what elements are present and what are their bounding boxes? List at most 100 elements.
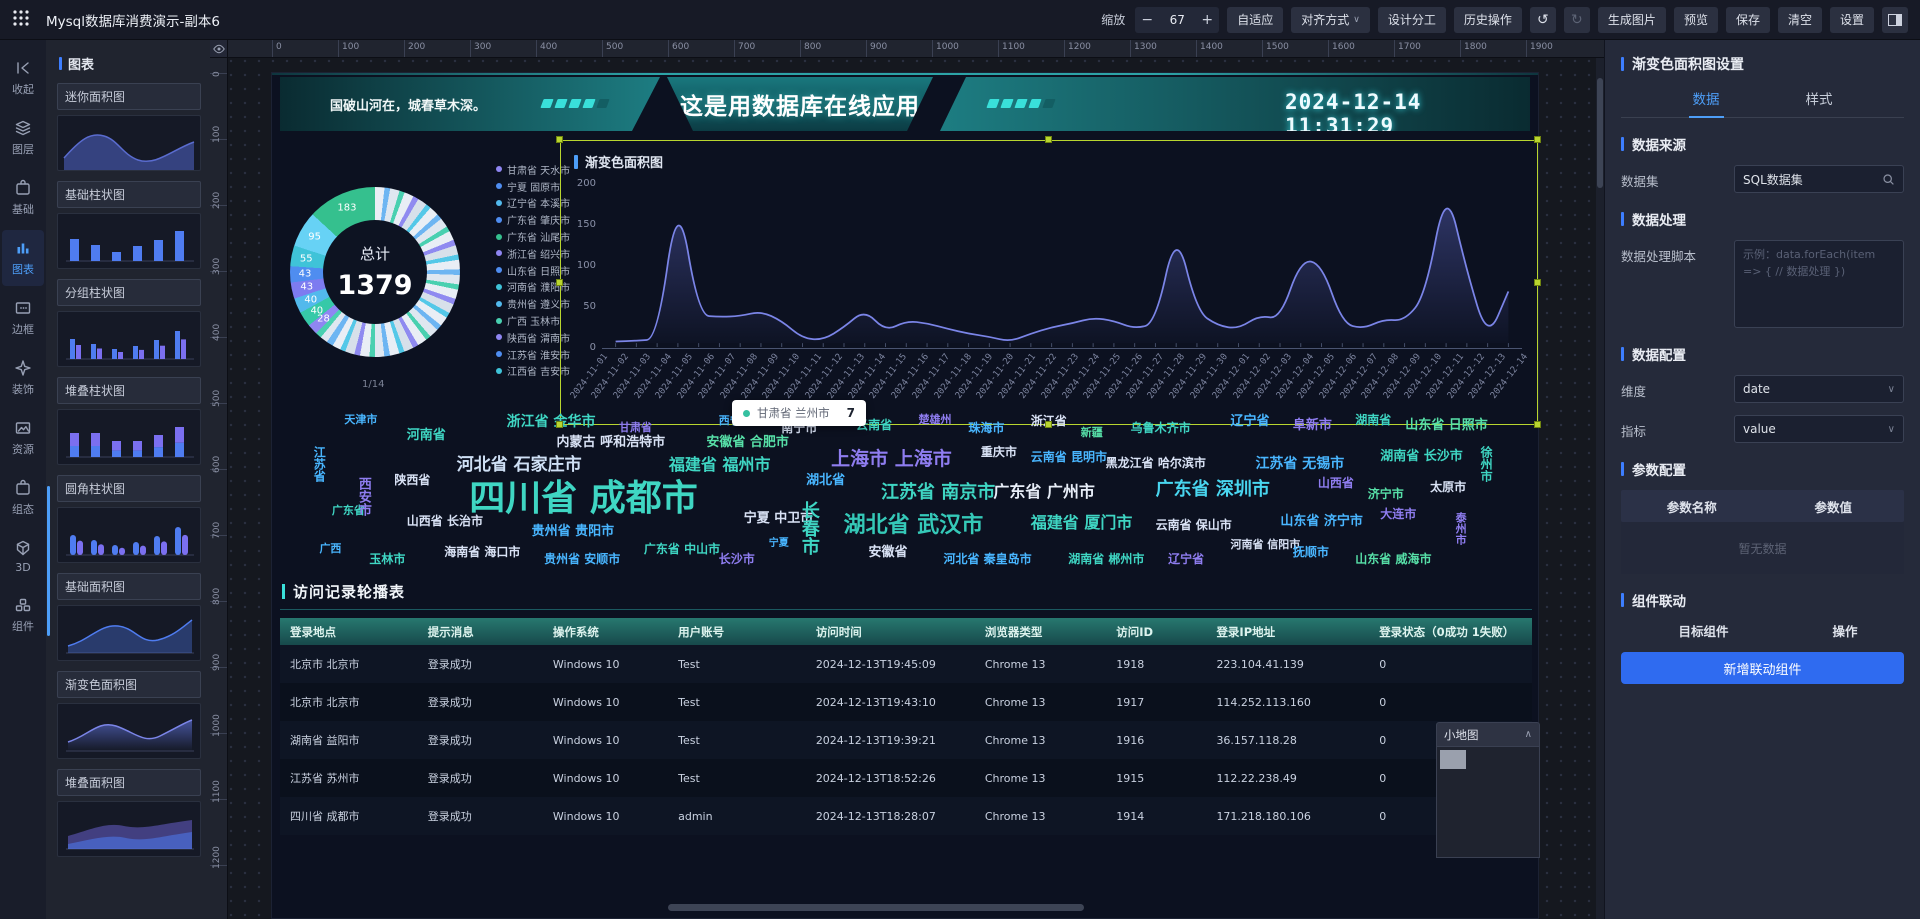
legend-dot bbox=[496, 368, 502, 374]
chart-card-title: 基础柱状图 bbox=[57, 181, 201, 208]
sidebar-item-边框[interactable]: 边框 bbox=[2, 290, 44, 346]
toolbar-button-设置[interactable]: 设置 bbox=[1830, 7, 1874, 33]
collapse-panel-button[interactable] bbox=[1882, 7, 1908, 33]
chart-card-thumbnail bbox=[57, 115, 201, 171]
ruler-tick: 0 bbox=[272, 40, 273, 58]
chart-card-圆角柱状图[interactable]: 圆角柱状图 bbox=[57, 475, 201, 563]
table-body: 北京市 北京市登录成功Windows 10Test2024-12-13T19:4… bbox=[280, 645, 1532, 835]
app-menu-grid-icon[interactable] bbox=[12, 9, 30, 31]
wordcloud-word: 辽宁省 bbox=[1230, 415, 1269, 428]
tab-data[interactable]: 数据 bbox=[1689, 86, 1724, 117]
ruler-tick: 1200 bbox=[1064, 40, 1065, 58]
header-left-segment[interactable]: 国破山河在，城春草木深。 bbox=[280, 77, 660, 131]
wordcloud-word: 山东省 日照市 bbox=[1405, 419, 1488, 432]
sidebar-item-图层[interactable]: 图层 bbox=[2, 110, 44, 166]
metric-select[interactable]: value ∨ bbox=[1734, 415, 1904, 443]
sidebar-item-组件[interactable]: 组件 bbox=[2, 587, 44, 643]
zoom-in-button[interactable]: + bbox=[1195, 12, 1219, 28]
toolbar-button-预览[interactable]: 预览 bbox=[1674, 7, 1718, 33]
script-label: 数据处理脚本 bbox=[1621, 240, 1696, 265]
resize-handle[interactable] bbox=[556, 421, 563, 428]
resize-handle[interactable] bbox=[1045, 136, 1052, 143]
chart-card-渐变色面积图[interactable]: 渐变色面积图 bbox=[57, 671, 201, 759]
resize-handle[interactable] bbox=[1534, 136, 1541, 143]
table-row: 北京市 北京市登录成功Windows 10Test2024-12-13T19:4… bbox=[280, 645, 1532, 683]
chart-card-堆叠柱状图[interactable]: 堆叠柱状图 bbox=[57, 377, 201, 465]
header-right-segment[interactable]: 2024-12-14 11:31:29 bbox=[940, 77, 1530, 131]
undo-button[interactable]: ↺ bbox=[1530, 7, 1556, 33]
ruler-tick: 1000 bbox=[210, 733, 228, 734]
toolbar-button-自适应[interactable]: 自适应 bbox=[1227, 7, 1283, 33]
dashboard-header: 国破山河在，城春草木深。 这是用数据库在线应用 2024-12-14 11:31… bbox=[280, 77, 1530, 131]
table-col-header: 登录IP地址 bbox=[1206, 624, 1369, 640]
table-cell: Windows 10 bbox=[543, 772, 668, 785]
minimap-body[interactable] bbox=[1436, 746, 1540, 858]
tab-style[interactable]: 样式 bbox=[1802, 86, 1837, 117]
toolbar-button-清空[interactable]: 清空 bbox=[1778, 7, 1822, 33]
table-cell: Windows 10 bbox=[543, 734, 668, 747]
sidebar-item-组态[interactable]: 组态 bbox=[2, 470, 44, 526]
search-icon[interactable] bbox=[1882, 173, 1895, 186]
zoom-out-button[interactable]: − bbox=[1135, 12, 1159, 28]
header-title-segment[interactable]: 这是用数据库在线应用 bbox=[667, 77, 933, 131]
minimap-viewport[interactable] bbox=[1440, 750, 1466, 769]
toolbar-button-生成图片[interactable]: 生成图片 bbox=[1598, 7, 1666, 33]
toolbar-button-历史操作[interactable]: 历史操作 bbox=[1454, 7, 1522, 33]
table-cell: 北京市 北京市 bbox=[280, 656, 418, 672]
wordcloud-word: 楚雄州 bbox=[918, 414, 951, 425]
chevron-up-icon[interactable]: ∧ bbox=[1525, 729, 1532, 740]
table-col-header: 浏览器类型 bbox=[975, 624, 1106, 640]
table-cell: 36.157.118.28 bbox=[1206, 734, 1369, 747]
table-cell: 1914 bbox=[1106, 810, 1206, 823]
wordcloud-chart[interactable]: 四川省 成都市湖北省 武汉市上海市 上海市广东省 深圳市江苏省 南京市广东省 广… bbox=[282, 405, 1530, 577]
resize-handle[interactable] bbox=[556, 279, 563, 286]
toolbar-button-保存[interactable]: 保存 bbox=[1726, 7, 1770, 33]
add-linkage-button[interactable]: 新增联动组件 bbox=[1621, 652, 1904, 684]
x-axis-line bbox=[602, 348, 1522, 349]
chart-card-基础面积图[interactable]: 基础面积图 bbox=[57, 573, 201, 661]
horizontal-scrollbar[interactable] bbox=[668, 904, 1084, 911]
sidebar-item-基础[interactable]: 基础 bbox=[2, 170, 44, 226]
vertical-scroll-thumb[interactable] bbox=[1597, 78, 1603, 188]
gradient-area-chart[interactable]: 渐变色面积图 050100150200 2024-11-012024-11-02… bbox=[560, 140, 1538, 425]
script-textarea[interactable]: 示例：data.forEach(item => { // 数据处理 }) bbox=[1734, 240, 1904, 328]
ruler-corner[interactable] bbox=[210, 40, 228, 58]
design-canvas[interactable]: 0100200300400500600700800900100011001200… bbox=[210, 40, 1604, 919]
wordcloud-word: 河南省 信阳市 bbox=[1230, 539, 1300, 550]
sidebar-item-装饰[interactable]: 装饰 bbox=[2, 350, 44, 406]
zoom-stepper: −67+ bbox=[1135, 7, 1219, 33]
scroll-table-component[interactable]: 访问记录轮播表 登录地点提示消息操作系统用户账号访问时间浏览器类型访问ID登录I… bbox=[280, 581, 1532, 835]
minimap-header[interactable]: 小地图 ∧ bbox=[1436, 722, 1540, 746]
table-cell: 登录成功 bbox=[418, 808, 543, 824]
table-cell: 0 bbox=[1369, 658, 1532, 671]
resize-handle[interactable] bbox=[556, 136, 563, 143]
chart-card-堆叠面积图[interactable]: 堆叠面积图 bbox=[57, 769, 201, 857]
panel-scrollbar[interactable] bbox=[47, 486, 50, 636]
wordcloud-word: 天津市 bbox=[344, 414, 377, 425]
table-cell: Windows 10 bbox=[543, 696, 668, 709]
script-row: 数据处理脚本 示例：data.forEach(item => { // 数据处理… bbox=[1621, 240, 1904, 328]
dataset-input[interactable]: SQL数据集 bbox=[1734, 165, 1904, 193]
ruler-tick: 1400 bbox=[1196, 40, 1197, 58]
linkage-action-col: 操作 bbox=[1786, 621, 1904, 640]
resize-handle[interactable] bbox=[1534, 279, 1541, 286]
wordcloud-word: 贵州省 贵阳市 bbox=[532, 525, 615, 538]
resize-handle[interactable] bbox=[1534, 421, 1541, 428]
dimension-select[interactable]: date ∨ bbox=[1734, 375, 1904, 403]
chart-card-基础柱状图[interactable]: 基础柱状图 bbox=[57, 181, 201, 269]
sidebar-item-收起[interactable]: 收起 bbox=[2, 50, 44, 106]
sidebar-item-资源[interactable]: 资源 bbox=[2, 410, 44, 466]
chart-card-迷你面积图[interactable]: 迷你面积图 bbox=[57, 83, 201, 171]
table-cell: 112.22.238.49 bbox=[1206, 772, 1369, 785]
toolbar-button-对齐方式[interactable]: 对齐方式∨ bbox=[1291, 7, 1370, 33]
vertical-scroll-track[interactable] bbox=[1596, 58, 1604, 919]
sidebar-item-3D[interactable]: 3D bbox=[2, 530, 44, 583]
resize-handle[interactable] bbox=[1045, 421, 1052, 428]
sidebar-item-图表[interactable]: 图表 bbox=[2, 230, 44, 286]
chart-card-分组柱状图[interactable]: 分组柱状图 bbox=[57, 279, 201, 367]
rose-donut-chart[interactable]: 总计 1379 28404043435595183 甘肃省 天水市宁夏 固原市辽… bbox=[284, 137, 584, 403]
redo-button[interactable]: ↻ bbox=[1564, 7, 1590, 33]
dashboard-artboard[interactable]: 国破山河在，城春草木深。 这是用数据库在线应用 2024-12-14 11:31… bbox=[272, 73, 1538, 918]
ruler-tick: 1100 bbox=[998, 40, 999, 58]
toolbar-button-设计分工[interactable]: 设计分工 bbox=[1378, 7, 1446, 33]
